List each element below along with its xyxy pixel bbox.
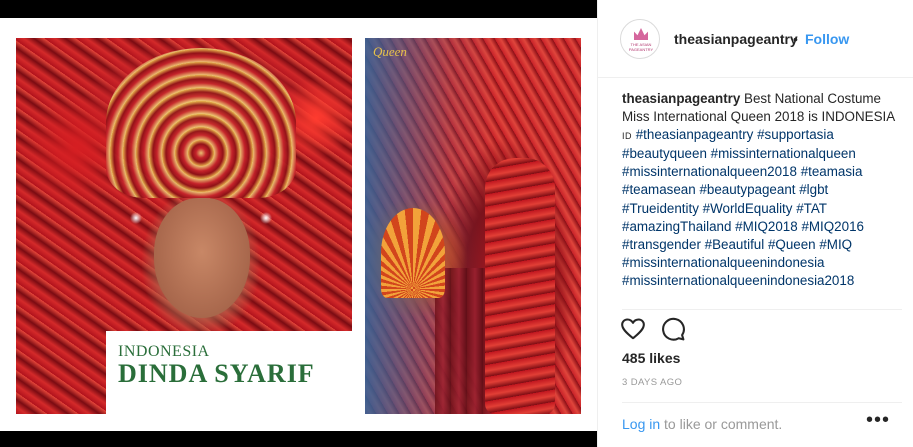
follow-button[interactable]: Follow	[805, 31, 849, 47]
post-timestamp: 3 DAYS AGO	[622, 377, 683, 388]
login-link[interactable]: Log in	[622, 416, 660, 432]
hashtag[interactable]: #missinternationalqueenindonesia	[622, 255, 825, 270]
hashtag[interactable]: #Beautiful	[705, 237, 765, 252]
hashtag[interactable]: #MIQ2018	[735, 219, 798, 234]
post-image[interactable]: INDONESIA DINDA SYARIF Queen	[0, 18, 597, 431]
login-prompt: Log in to like or comment.	[622, 416, 782, 432]
name-plate: INDONESIA DINDA SYARIF	[106, 331, 352, 414]
hashtag[interactable]: #supportasia	[757, 127, 834, 142]
post-side-panel: THE ASIAN PAGEANTRY theasianpageantry • …	[597, 0, 913, 447]
actions-divider	[622, 309, 902, 310]
costume-full-body-photo: Queen	[365, 38, 581, 414]
header-separator: •	[793, 31, 798, 47]
hashtag[interactable]: #MIQ2016	[801, 219, 864, 234]
hashtag[interactable]: #missinternationalqueen	[711, 146, 856, 161]
hashtag[interactable]: #Trueidentity	[622, 201, 699, 216]
footer-divider	[622, 402, 902, 403]
headdress-decoration	[106, 48, 296, 198]
hashtag[interactable]: #beautyqueen	[622, 146, 707, 161]
name-plate-name: DINDA SYARIF	[118, 359, 315, 388]
heart-icon[interactable]	[620, 316, 646, 342]
post-caption: theasianpageantry Best National Costume …	[622, 90, 902, 290]
pageant-logo: Queen	[373, 44, 407, 59]
hashtag[interactable]: #transgender	[622, 237, 701, 252]
hashtag[interactable]: #beautypageant	[699, 182, 795, 197]
hashtag[interactable]: #missinternationalqueen2018	[622, 164, 797, 179]
hashtag[interactable]: #TAT	[796, 201, 827, 216]
hashtag[interactable]: #amazingThailand	[622, 219, 731, 234]
hashtag[interactable]: #theasianpageantry	[636, 127, 754, 142]
hashtag[interactable]: #MIQ	[819, 237, 852, 252]
caption-id-badge: ID	[622, 131, 632, 142]
costume-fan	[381, 208, 445, 298]
contestant-portrait-photo: INDONESIA DINDA SYARIF	[16, 38, 352, 414]
hashtag[interactable]: #WorldEquality	[703, 201, 793, 216]
likes-count[interactable]: 485 likes	[622, 350, 680, 366]
crown-icon	[634, 28, 648, 40]
hashtag[interactable]: #teamasean	[622, 182, 696, 197]
avatar-text: THE ASIAN PAGEANTRY	[628, 42, 654, 52]
post-media: INDONESIA DINDA SYARIF Queen	[0, 0, 597, 447]
costume-figure	[485, 158, 555, 414]
hashtag[interactable]: #teamasia	[801, 164, 863, 179]
avatar[interactable]: THE ASIAN PAGEANTRY	[620, 19, 660, 59]
login-prompt-text: to like or comment.	[660, 416, 783, 432]
more-options-icon[interactable]: •••	[866, 409, 890, 432]
post-header: THE ASIAN PAGEANTRY theasianpageantry • …	[598, 0, 913, 78]
hashtag[interactable]: #missinternationalqueenindonesia2018	[622, 273, 854, 288]
header-username[interactable]: theasianpageantry	[674, 31, 798, 47]
comment-icon[interactable]	[660, 316, 686, 342]
caption-author[interactable]: theasianpageantry	[622, 91, 740, 106]
hashtag[interactable]: #Queen	[768, 237, 816, 252]
hashtag[interactable]: #lgbt	[799, 182, 828, 197]
face-decoration	[154, 198, 250, 318]
